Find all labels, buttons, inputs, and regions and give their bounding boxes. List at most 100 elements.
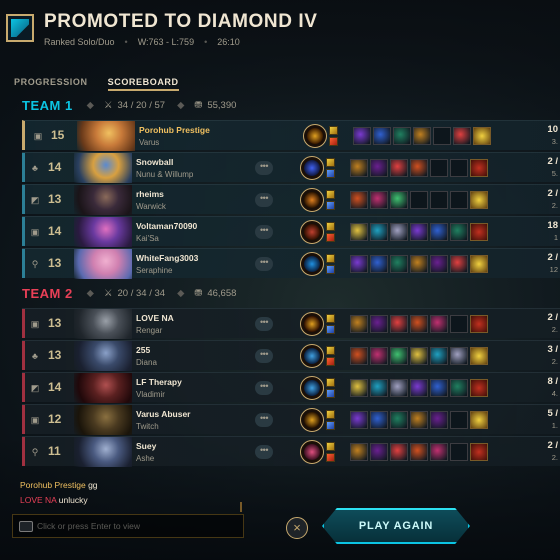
item-icon bbox=[350, 315, 368, 333]
player-kda: 18 bbox=[547, 220, 558, 231]
summoner-name[interactable]: Voltaman70090 bbox=[136, 221, 197, 231]
close-button[interactable]: × bbox=[286, 517, 308, 539]
item-icon bbox=[390, 379, 408, 397]
player-row[interactable]: ▣ 12 Varus Abuser Twitch ••• 5 / 1. bbox=[22, 404, 560, 435]
summoner-name[interactable]: WhiteFang3003 bbox=[136, 253, 198, 263]
chat-scrollbar[interactable] bbox=[240, 502, 242, 512]
item-icon bbox=[453, 127, 471, 145]
player-kda-ratio: 2. bbox=[551, 357, 558, 366]
chat-input[interactable] bbox=[37, 518, 237, 534]
item-icon bbox=[370, 159, 388, 177]
team-gold: ⛃ 46,658 bbox=[194, 288, 236, 299]
coin-icon: ⛃ bbox=[194, 100, 203, 111]
chat-input-box[interactable] bbox=[12, 514, 244, 538]
mid-role-icon: ◩ bbox=[30, 383, 40, 393]
item-icon bbox=[470, 255, 488, 273]
rune-inner bbox=[304, 192, 320, 208]
player-row[interactable]: ◩ 13 rheims Warwick ••• 2 / 2. bbox=[22, 184, 560, 215]
tab-progression[interactable]: PROGRESSION bbox=[14, 77, 88, 91]
item-icon bbox=[450, 315, 468, 333]
match-info: Ranked Solo/Duo • W:763 - L:759 • 26:10 bbox=[44, 37, 240, 47]
champion-portrait bbox=[74, 405, 132, 435]
more-options-button[interactable]: ••• bbox=[255, 161, 273, 175]
item-icon bbox=[470, 379, 488, 397]
player-kda: 2 / bbox=[547, 312, 558, 323]
item-icon bbox=[370, 379, 388, 397]
summoner-name[interactable]: Porohub Prestige bbox=[139, 125, 210, 135]
summoner-spell-icon bbox=[326, 410, 335, 419]
champion-level: 14 bbox=[48, 224, 62, 238]
rune-inner bbox=[304, 160, 320, 176]
summoner-name[interactable]: 255 bbox=[136, 345, 150, 355]
item-icon bbox=[410, 159, 428, 177]
item-icon bbox=[450, 443, 468, 461]
player-kda: 5 / bbox=[547, 408, 558, 419]
item-icon bbox=[450, 347, 468, 365]
summoner-name[interactable]: LOVE NA bbox=[136, 313, 174, 323]
player-row[interactable]: ♣ 13 255 Diana ••• 3 / 2. bbox=[22, 340, 560, 371]
more-options-button[interactable]: ••• bbox=[255, 317, 273, 331]
more-options-button[interactable]: ••• bbox=[255, 381, 273, 395]
item-slots bbox=[350, 315, 488, 333]
champion-name: Twitch bbox=[136, 422, 159, 431]
player-row[interactable]: ⚲ 11 Suey Ashe ••• 2 / 2. bbox=[22, 436, 560, 467]
player-row[interactable]: ◩ 14 LF Therapy Vladimir ••• 8 / 4. bbox=[22, 372, 560, 403]
chat-bubble-icon bbox=[19, 521, 33, 532]
item-icon bbox=[370, 223, 388, 241]
more-options-button[interactable]: ••• bbox=[255, 193, 273, 207]
play-again-button[interactable]: PLAY AGAIN bbox=[322, 508, 470, 544]
champion-name: Varus bbox=[139, 138, 160, 147]
more-options-button[interactable]: ••• bbox=[255, 257, 273, 271]
tab-scoreboard[interactable]: SCOREBOARD bbox=[107, 77, 179, 91]
more-options-button[interactable]: ••• bbox=[255, 225, 273, 239]
player-row[interactable]: ♣ 14 Snowball Nunu & Willump ••• 2 / 5. bbox=[22, 152, 560, 183]
player-row[interactable]: ▣ 14 Voltaman70090 Kai'Sa ••• 18 1 bbox=[22, 216, 560, 247]
tab-bar: PROGRESSION SCOREBOARD bbox=[14, 77, 179, 91]
summoner-name[interactable]: Snowball bbox=[136, 157, 173, 167]
summoner-name[interactable]: LF Therapy bbox=[136, 377, 182, 387]
item-slots bbox=[350, 411, 488, 429]
item-icon bbox=[390, 411, 408, 429]
item-icon bbox=[350, 347, 368, 365]
player-row[interactable]: ▣ 15 Porohub Prestige Varus 10 3. bbox=[22, 120, 560, 151]
summoner-name[interactable]: Suey bbox=[136, 441, 156, 451]
champion-name: Nunu & Willump bbox=[136, 170, 194, 179]
item-icon bbox=[470, 159, 488, 177]
player-kda-ratio: 4. bbox=[551, 389, 558, 398]
row-accent bbox=[22, 373, 25, 402]
item-icon bbox=[410, 379, 428, 397]
item-icon bbox=[350, 411, 368, 429]
item-icon bbox=[413, 127, 431, 145]
item-icon bbox=[390, 255, 408, 273]
row-accent bbox=[22, 309, 25, 338]
player-kda-ratio: 5. bbox=[551, 169, 558, 178]
champion-name: Warwick bbox=[136, 202, 166, 211]
rune-ring bbox=[300, 252, 324, 276]
item-icon bbox=[350, 159, 368, 177]
keystone-rune-icon bbox=[300, 220, 324, 244]
summoner-spell-icon bbox=[329, 137, 338, 146]
item-icon bbox=[350, 223, 368, 241]
item-icon bbox=[450, 255, 468, 273]
summoner-name[interactable]: rheims bbox=[136, 189, 164, 199]
player-row[interactable]: ▣ 13 LOVE NA Rengar ••• 2 / 2. bbox=[22, 308, 560, 339]
champion-level: 12 bbox=[48, 412, 62, 426]
team-header: TEAM 2 ◆ ⚔ 20 / 34 / 34 ◆ ⛃ 46,658 bbox=[22, 286, 248, 301]
item-slots bbox=[350, 443, 488, 461]
summoner-spell-icon bbox=[326, 254, 335, 263]
champion-level: 11 bbox=[48, 444, 61, 458]
more-options-button[interactable]: ••• bbox=[255, 349, 273, 363]
more-options-button[interactable]: ••• bbox=[255, 445, 273, 459]
player-kda-ratio: 3. bbox=[551, 137, 558, 146]
player-row[interactable]: ⚲ 13 WhiteFang3003 Seraphine ••• 2 / 12 bbox=[22, 248, 560, 279]
rune-ring bbox=[300, 156, 324, 180]
item-icon bbox=[370, 443, 388, 461]
more-options-button[interactable]: ••• bbox=[255, 413, 273, 427]
summoner-name[interactable]: Varus Abuser bbox=[136, 409, 191, 419]
rune-inner bbox=[304, 316, 320, 332]
champion-name: Seraphine bbox=[136, 266, 173, 275]
summoner-spell-icon bbox=[326, 222, 335, 231]
summoner-spell-icon bbox=[326, 314, 335, 323]
summoner-spell-icon bbox=[326, 378, 335, 387]
player-kda-ratio: 1. bbox=[551, 421, 558, 430]
